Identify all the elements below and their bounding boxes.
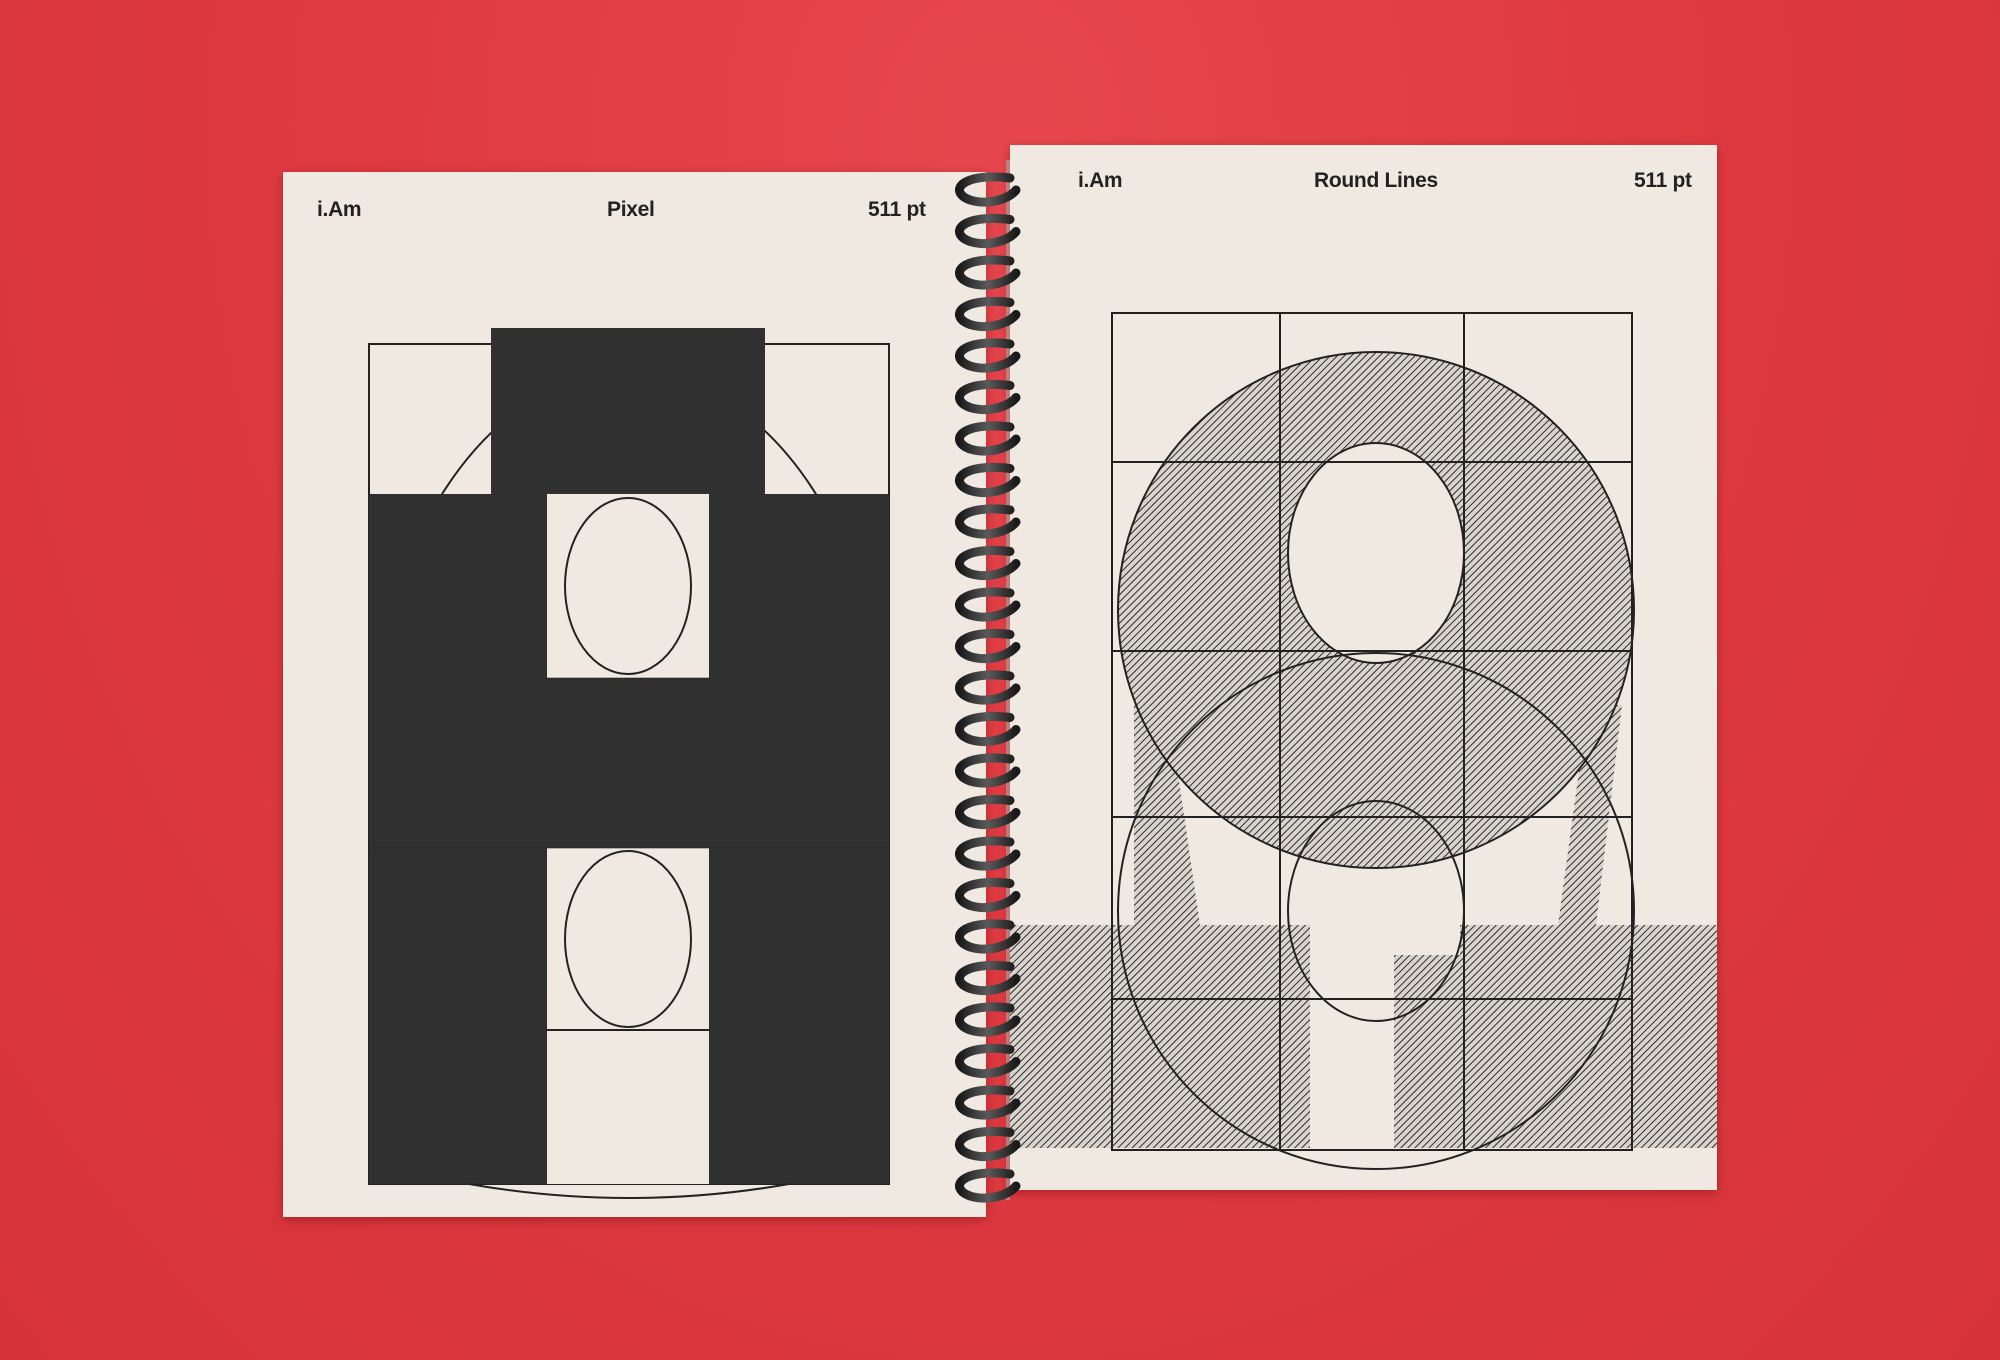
lower-stem-gap — [1336, 925, 1390, 1148]
left-page: i.Am Pixel 511 pt — [283, 172, 986, 1217]
right-page: i.Am Round Lines 511 pt — [1010, 145, 1717, 1190]
spiral-binding — [955, 160, 1021, 1203]
pixel-glyph-illustration — [368, 328, 890, 1199]
round-lines-glyph-illustration — [1010, 312, 1717, 1170]
upper-counter — [1287, 442, 1465, 664]
